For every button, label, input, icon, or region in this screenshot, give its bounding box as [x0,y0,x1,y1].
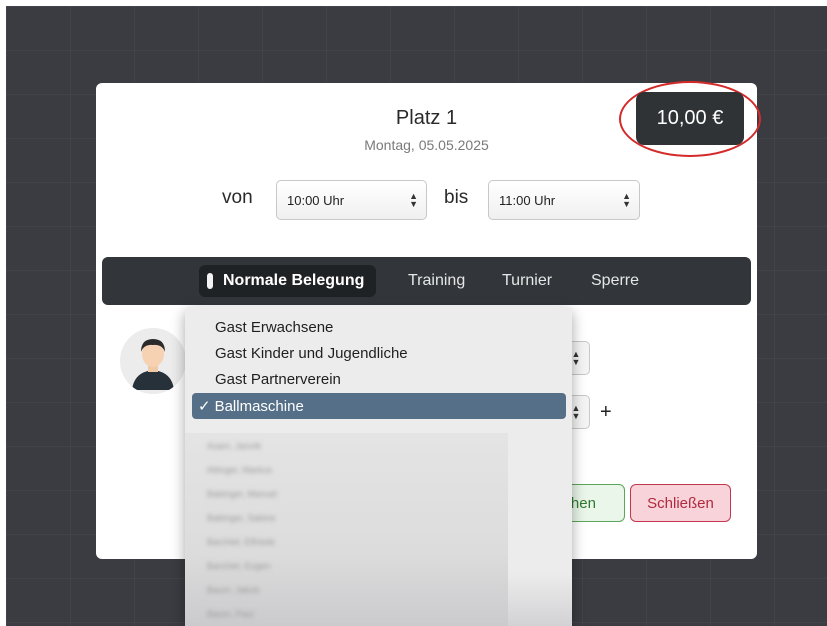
checkmark-icon: ✓ [198,398,211,415]
avatar [120,328,186,394]
member-item[interactable]: Babinger, Manuel [207,489,277,499]
booking-type-tabs: Normale Belegung Training Turnier Sperre [102,257,751,305]
dropdown-option[interactable]: Gast Erwachsene [215,319,333,336]
member-item[interactable]: Barchiel, Eugen [207,561,271,571]
dropdown-scroll-area [508,433,572,626]
member-item[interactable]: Attinger, Markus [207,465,272,475]
add-player-button[interactable]: + [600,401,612,424]
member-item[interactable]: Asam, Jannik [207,441,261,451]
member-item[interactable]: Babinger, Sabine [207,513,276,523]
member-item[interactable]: Baum, Paul [207,609,254,619]
tab-label: Training [408,272,466,289]
tab-label: Sperre [591,272,640,289]
tab-normale-belegung[interactable]: Normale Belegung [199,265,377,297]
price-badge: 10,00 € [636,92,744,145]
member-item[interactable]: Barchiel, Elfriede [207,537,275,547]
user-avatar-icon [120,328,186,394]
select-arrows-icon: ▲ ▼ [409,191,418,209]
member-item[interactable]: Baum, Jakob [207,585,260,595]
member-list: Asam, Jannik Attinger, Markus Babinger, … [185,433,508,626]
from-label: von [222,187,253,208]
tab-training[interactable]: Training [408,265,465,297]
tab-sperre[interactable]: Sperre [591,265,639,297]
select-arrows-icon: ▲ ▼ [622,191,631,209]
dropdown-option-selected[interactable]: ✓ Ballmaschine [192,393,566,419]
tab-label: Normale Belegung [223,272,365,289]
to-label: bis [444,187,469,208]
player-dropdown-menu: Gast Erwachsene Gast Kinder und Jugendli… [185,307,572,626]
from-time-select[interactable]: 10:00 Uhr ▲ ▼ [276,180,427,220]
active-indicator-icon [207,273,213,289]
tab-turnier[interactable]: Turnier [502,265,552,297]
selected-option-label: Ballmaschine [214,397,304,415]
to-time-value: 11:00 Uhr [499,192,556,208]
from-time-value: 10:00 Uhr [287,192,345,208]
close-button[interactable]: Schließen [630,484,731,522]
dropdown-option[interactable]: Gast Kinder und Jugendliche [215,345,408,362]
tab-label: Turnier [502,272,553,289]
to-time-select[interactable]: 11:00 Uhr ▲ ▼ [488,180,640,220]
dropdown-option[interactable]: Gast Partnerverein [215,371,341,388]
